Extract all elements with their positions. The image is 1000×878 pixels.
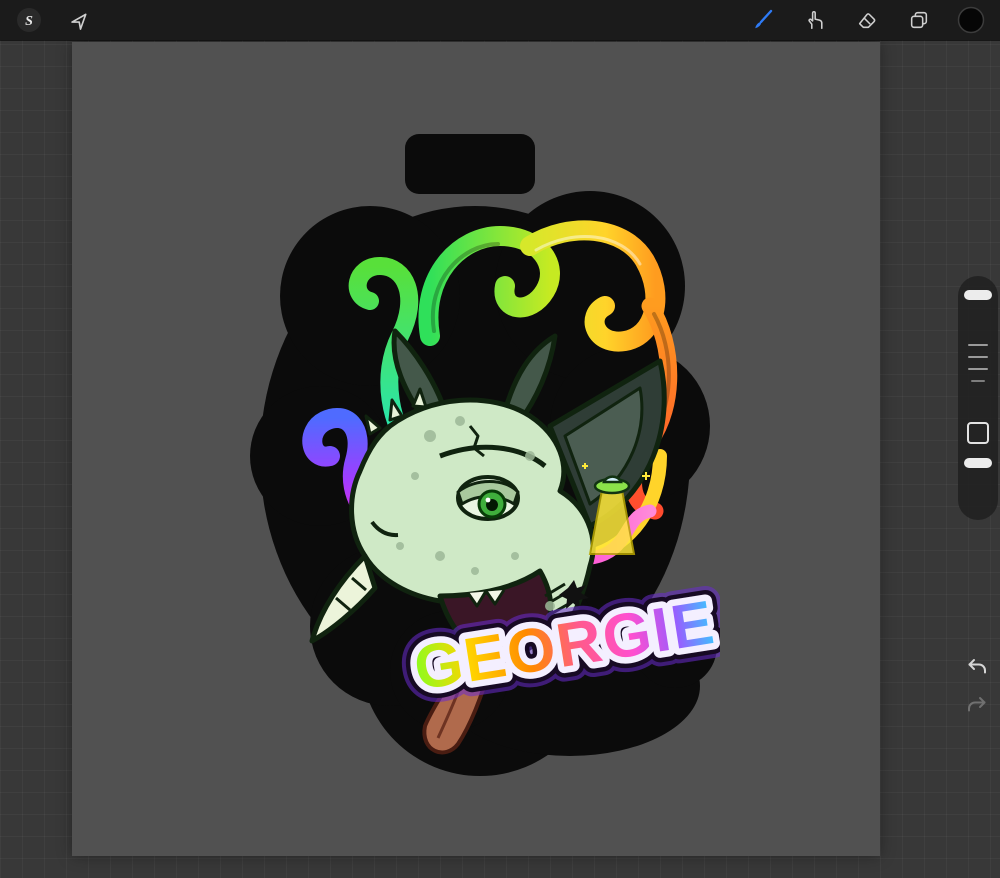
top-toolbar: S bbox=[0, 0, 1000, 40]
sidebar-panel bbox=[958, 276, 998, 520]
drawing-canvas[interactable]: GEORGIE GEORGIE GEORGIE bbox=[72, 42, 880, 856]
brush-size-slider[interactable] bbox=[964, 290, 992, 300]
layers-icon bbox=[910, 11, 928, 29]
current-color-swatch bbox=[957, 6, 985, 34]
smudge-finger-icon bbox=[808, 10, 823, 30]
toolbar-right-group bbox=[734, 5, 1000, 35]
selection-s-glyph: S bbox=[25, 14, 33, 29]
redo-button[interactable] bbox=[960, 688, 994, 722]
toolbar-left-group: S bbox=[0, 5, 110, 35]
transform-tool-button[interactable] bbox=[66, 5, 96, 35]
redo-icon bbox=[968, 697, 986, 712]
selection-tool-button[interactable]: S bbox=[14, 5, 44, 35]
modify-button[interactable] bbox=[967, 422, 989, 444]
eraser-icon bbox=[858, 13, 876, 29]
opacity-slider[interactable] bbox=[964, 458, 992, 468]
color-swatch-button[interactable] bbox=[956, 5, 986, 35]
brush-icon bbox=[755, 9, 773, 29]
undo-button[interactable] bbox=[960, 650, 994, 684]
smudge-tool-button[interactable] bbox=[800, 5, 830, 35]
slider-track-marks bbox=[968, 344, 988, 382]
transform-arrow-icon bbox=[71, 13, 87, 30]
undo-icon bbox=[968, 659, 986, 674]
brush-tool-button[interactable] bbox=[748, 5, 778, 35]
artwork-georgie-sticker: GEORGIE GEORGIE GEORGIE bbox=[250, 134, 720, 776]
layers-button[interactable] bbox=[904, 5, 934, 35]
eraser-tool-button[interactable] bbox=[852, 5, 882, 35]
